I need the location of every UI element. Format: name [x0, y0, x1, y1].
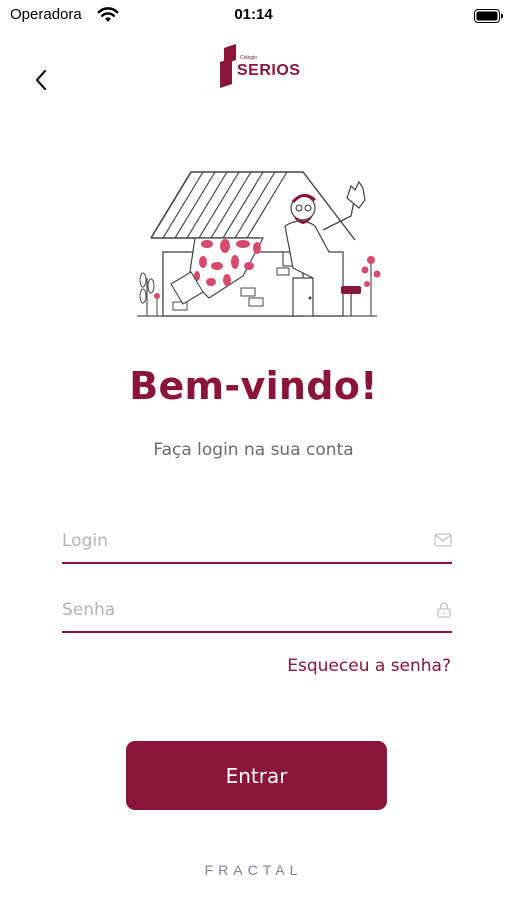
password-input[interactable] — [62, 593, 422, 627]
clock: 01:14 — [234, 6, 273, 23]
battery-icon — [474, 9, 503, 23]
logo-wordmark: SERIOS — [237, 62, 301, 79]
logo-mark-icon — [220, 44, 236, 88]
lock-icon — [437, 602, 451, 618]
status-bar: Operadora 01:14 — [0, 0, 507, 34]
back-button[interactable] — [26, 64, 56, 96]
login-field — [62, 524, 452, 564]
house-illustration — [137, 171, 381, 317]
chevron-left-icon — [35, 69, 47, 91]
login-subtitle: Faça login na sua conta — [153, 440, 354, 460]
mail-icon — [434, 533, 452, 547]
login-input[interactable] — [62, 524, 422, 558]
welcome-title: Bem-vindo! — [129, 364, 378, 408]
password-field — [62, 593, 452, 633]
forgot-password-link[interactable]: Esqueceu a senha? — [287, 656, 451, 676]
footer-brand: FRACTAL — [204, 862, 303, 878]
school-logo: Colégio SERIOS — [218, 44, 301, 88]
logo-subtitle: Colégio — [240, 55, 257, 61]
login-submit-button[interactable]: Entrar — [126, 741, 387, 810]
